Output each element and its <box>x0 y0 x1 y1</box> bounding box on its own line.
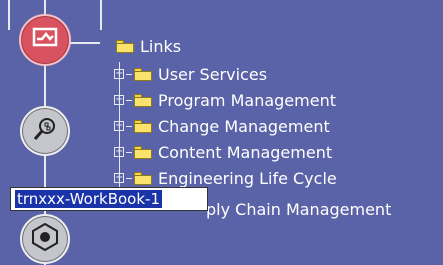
tree-item-label: Change Management <box>158 116 330 136</box>
rename-input[interactable]: trnxxx-WorkBook-1 <box>10 187 208 211</box>
search-link-button[interactable] <box>20 106 70 156</box>
expand-icon[interactable]: + <box>114 121 124 131</box>
rail-line-top-right <box>92 0 102 30</box>
tree-root-links[interactable]: Links <box>116 35 181 57</box>
expand-icon[interactable]: + <box>114 173 124 183</box>
network-button[interactable] <box>20 214 70 264</box>
folder-icon <box>134 145 152 159</box>
tree-item-content-management[interactable]: + Content Management <box>114 141 332 163</box>
chart-monitor-button[interactable] <box>19 14 71 66</box>
tree-item-label: Engineering Life Cycle <box>158 168 337 188</box>
tree-item-supply-chain-partial-label[interactable]: ply Chain Management <box>206 200 391 219</box>
folder-icon <box>134 171 152 185</box>
tree-item-user-services[interactable]: + User Services <box>114 63 267 85</box>
globe-network-icon <box>30 222 60 255</box>
left-rail <box>0 0 102 265</box>
expand-icon[interactable]: + <box>114 147 124 157</box>
tree-item-program-management[interactable]: + Program Management <box>114 89 336 111</box>
rail-connector <box>70 42 100 44</box>
tree-item-change-management[interactable]: + Change Management <box>114 115 330 137</box>
folder-icon <box>134 67 152 81</box>
magnifier-link-icon <box>31 115 59 147</box>
tree-root-label: Links <box>140 36 182 56</box>
expand-icon[interactable]: + <box>114 95 124 105</box>
folder-icon <box>116 39 134 53</box>
folder-icon <box>134 93 152 107</box>
tree-item-label: Program Management <box>158 90 336 110</box>
rail-line-top-left <box>0 0 10 30</box>
rename-input-selected-text: trnxxx-WorkBook-1 <box>15 190 162 208</box>
folder-icon <box>134 119 152 133</box>
links-tree: Links + User Services + Program Manageme… <box>100 30 443 265</box>
tree-item-label: Content Management <box>158 142 333 162</box>
chart-monitor-icon <box>32 27 58 53</box>
tree-item-engineering-life-cycle[interactable]: + Engineering Life Cycle <box>114 167 337 189</box>
expand-icon[interactable]: + <box>114 69 124 79</box>
tree-item-label: User Services <box>158 64 268 84</box>
